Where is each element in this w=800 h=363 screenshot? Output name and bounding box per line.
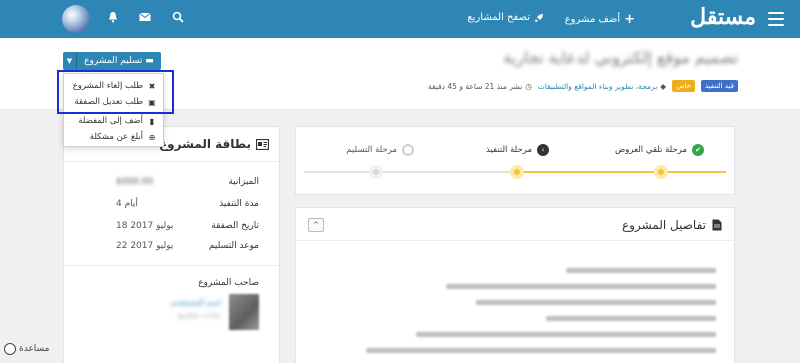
info-row-delivery-date: موعد التسليم 22 يوليو 2017 <box>64 241 279 255</box>
lifebuoy-icon: ⊕ <box>148 132 156 142</box>
avatar[interactable] <box>62 5 90 33</box>
blurred-text-line <box>366 348 716 353</box>
info-row-deal-date: تاريخ الصفقة 18 يوليو 2017 <box>64 221 279 235</box>
deliver-project-text: تسليم المشروع <box>84 56 143 66</box>
chevron-up-icon: ^ <box>313 221 319 229</box>
step-marker-execution <box>510 165 524 179</box>
file-icon <box>712 219 722 231</box>
project-details: تفاصيل المشروع ^ <box>295 207 735 363</box>
envelope-icon[interactable] <box>139 11 151 23</box>
published-label: نشر منذ 21 ساعة و 45 دقيقة <box>428 81 523 91</box>
info-label: تاريخ الصفقة <box>211 221 259 231</box>
info-value: 4 أيام <box>116 199 138 209</box>
project-card: بطاقة المشروع الميزانية $000.00 مدة التن… <box>63 126 280 363</box>
owner-label: صاحب المشروع <box>198 278 259 288</box>
deliver-project-button[interactable]: ▼ تسليم المشروع ▬ <box>63 52 161 70</box>
menu-item-label: أضف إلى المفضلة <box>78 116 143 126</box>
search-icon[interactable] <box>172 11 184 23</box>
status-badge: قيد التنفيذ <box>701 80 738 92</box>
menu-item-report-issue[interactable]: ⊕ أبلغ عن مشكلة <box>90 132 157 142</box>
bell-icon[interactable] <box>107 11 119 23</box>
menu-item-add-favorite[interactable]: ▮ أضف إلى المفضلة <box>78 116 157 126</box>
deliver-dropdown-menu: ✖ طلب إلغاء المشروع ▣ طلب تعديل الصفقة ▮… <box>63 73 164 147</box>
bookmark-icon: ▮ <box>149 116 155 126</box>
menu-item-label: طلب إلغاء المشروع <box>72 81 143 91</box>
add-project-label: أضف مشروع <box>564 14 621 25</box>
details-title: تفاصيل المشروع <box>622 218 722 232</box>
published-time: نشر منذ 21 ساعة و 45 دقيقة ◷ <box>428 82 532 91</box>
project-progress: ✔ مرحلة تلقي العروض › مرحلة التنفيذ مرحل… <box>295 126 735 195</box>
project-card-title: بطاقة المشروع <box>159 137 269 151</box>
times-icon: ✖ <box>148 81 156 91</box>
page-title: تصميم موقع إلكتروني لدعاية تجارية <box>503 48 738 67</box>
clock-icon: ◷ <box>525 81 532 91</box>
menu-icon[interactable] <box>768 12 784 30</box>
info-value: 22 يوليو 2017 <box>116 241 174 251</box>
blurred-text-line <box>476 300 716 305</box>
details-title-text: تفاصيل المشروع <box>622 218 706 232</box>
divider <box>64 161 279 162</box>
chevron-down-icon[interactable]: ▼ <box>63 52 77 70</box>
collapse-button[interactable]: ^ <box>308 218 324 232</box>
site-logo[interactable]: مستقل <box>690 4 756 30</box>
tag-icon: ◆ <box>660 81 667 91</box>
deliver-project-label: تسليم المشروع ▬ <box>77 56 161 66</box>
step-label: مرحلة التسليم <box>346 145 397 155</box>
divider <box>296 240 734 241</box>
menu-divider <box>64 113 163 114</box>
info-label: مدة التنفيذ <box>219 199 259 209</box>
help-label: مساعدة <box>19 344 50 354</box>
category-label: برمجة، تطوير وبناء المواقع والتطبيقات <box>537 81 658 91</box>
blurred-text-line <box>446 284 716 289</box>
owner-subtitle: صاحب مشاريع <box>178 311 221 319</box>
help-face-icon <box>4 343 16 355</box>
info-row-budget: الميزانية $000.00 <box>64 177 279 191</box>
check-icon: ✔ <box>692 144 704 156</box>
add-project-link[interactable]: أضف مشروع + <box>565 12 635 27</box>
blurred-text-line <box>416 332 716 337</box>
owner-avatar[interactable] <box>229 294 259 330</box>
step-delivery: مرحلة التسليم <box>346 144 414 156</box>
top-navbar: مستقل أضف مشروع + تصفح المشاريع <box>0 0 800 38</box>
info-label: موعد التسليم <box>208 241 259 251</box>
rocket-icon <box>535 13 544 22</box>
help-button[interactable]: مساعدة <box>4 343 49 355</box>
menu-item-cancel-project[interactable]: ✖ طلب إلغاء المشروع <box>73 81 157 91</box>
category-link[interactable]: برمجة، تطوير وبناء المواقع والتطبيقات ◆ <box>538 82 666 91</box>
id-card-icon <box>256 138 269 150</box>
info-row-duration: مدة التنفيذ 4 أيام <box>64 199 279 213</box>
step-marker-delivery <box>369 165 383 179</box>
browse-projects-link[interactable]: تصفح المشاريع <box>467 12 545 23</box>
step-offers: ✔ مرحلة تلقي العروض <box>615 144 704 156</box>
divider <box>64 265 279 266</box>
circle-icon <box>402 144 414 156</box>
step-label: مرحلة تلقي العروض <box>615 145 687 155</box>
truck-icon: ▬ <box>145 56 154 66</box>
chevron-right-icon: › <box>537 144 549 156</box>
blurred-text-line <box>566 268 716 273</box>
menu-item-modify-deal[interactable]: ▣ طلب تعديل الصفقة <box>74 97 157 107</box>
menu-item-label: طلب تعديل الصفقة <box>74 97 143 107</box>
browse-projects-label: تصفح المشاريع <box>467 12 530 23</box>
info-value: $000.00 <box>116 177 154 187</box>
progress-fill <box>515 171 726 173</box>
owner-name[interactable]: اسم المستخدم <box>171 298 221 307</box>
project-card-title-text: بطاقة المشروع <box>158 137 251 151</box>
step-execution: › مرحلة التنفيذ <box>486 144 549 156</box>
blurred-text-line <box>546 316 716 321</box>
type-badge: خاص <box>672 80 695 92</box>
step-marker-offers <box>654 165 668 179</box>
info-value: 18 يوليو 2017 <box>116 221 174 231</box>
plus-icon: + <box>624 12 635 27</box>
money-icon: ▣ <box>148 97 156 107</box>
menu-item-label: أبلغ عن مشكلة <box>89 132 143 142</box>
project-meta: نشر منذ 21 ساعة و 45 دقيقة ◷ برمجة، تطوي… <box>428 80 738 92</box>
step-label: مرحلة التنفيذ <box>486 145 532 155</box>
info-label: الميزانية <box>228 177 259 187</box>
